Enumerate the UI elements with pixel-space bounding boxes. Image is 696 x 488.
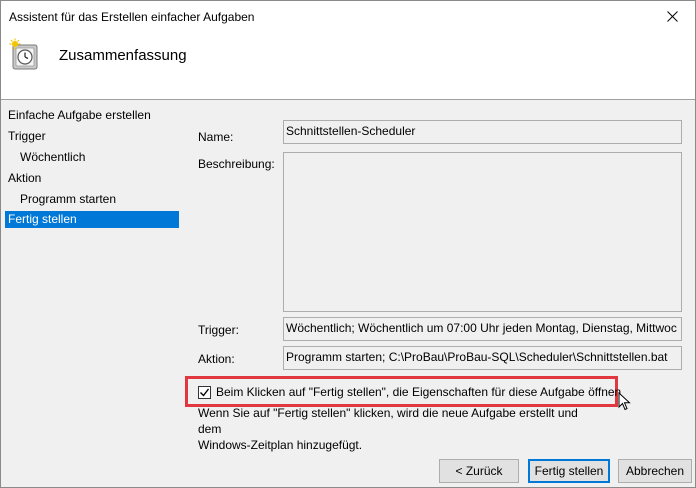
step-label: Einfache Aufgabe erstellen: [8, 108, 151, 122]
step-label: Trigger: [8, 129, 46, 143]
page-title: Zusammenfassung: [59, 47, 187, 64]
step-fertig-stellen[interactable]: Fertig stellen: [5, 211, 179, 228]
trigger-value: Wöchentlich; Wöchentlich um 07:00 Uhr je…: [286, 321, 677, 335]
step-label: Fertig stellen: [8, 212, 77, 226]
title-bar: Assistent für das Erstellen einfacher Au…: [1, 1, 695, 32]
cancel-button[interactable]: Abbrechen: [618, 459, 692, 483]
trigger-field[interactable]: Wöchentlich; Wöchentlich um 07:00 Uhr je…: [283, 317, 682, 341]
step-label: Wöchentlich: [20, 150, 86, 164]
step-woechentlich[interactable]: Wöchentlich: [20, 149, 85, 166]
step-programm-starten[interactable]: Programm starten: [20, 191, 116, 208]
name-field[interactable]: Schnittstellen-Scheduler: [283, 120, 682, 144]
wizard-header: Zusammenfassung: [1, 32, 695, 100]
open-properties-highlight: Beim Klicken auf "Fertig stellen", die E…: [185, 376, 621, 407]
name-value: Schnittstellen-Scheduler: [286, 124, 416, 138]
finish-note-line-1: Wenn Sie auf "Fertig stellen" klicken, w…: [198, 406, 578, 436]
action-label: Aktion:: [198, 352, 235, 366]
description-field[interactable]: [283, 152, 682, 312]
finish-note: Wenn Sie auf "Fertig stellen" klicken, w…: [198, 405, 598, 453]
step-trigger[interactable]: Trigger: [8, 128, 46, 145]
task-scheduler-clock-icon: [9, 38, 38, 70]
step-label: Programm starten: [20, 192, 117, 206]
wizard-steps: Einfache Aufgabe erstellen Trigger Wöche…: [1, 101, 186, 487]
finish-note-line-2: Windows-Zeitplan hinzugefügt.: [198, 438, 363, 452]
step-einfache-aufgabe-erstellen[interactable]: Einfache Aufgabe erstellen: [8, 107, 151, 124]
action-value: Programm starten; C:\ProBau\ProBau-SQL\S…: [286, 350, 668, 364]
checkmark-icon: [200, 388, 210, 397]
back-button[interactable]: < Zurück: [439, 459, 519, 483]
finish-button[interactable]: Fertig stellen: [528, 459, 610, 483]
close-button[interactable]: [649, 1, 695, 32]
description-label: Beschreibung:: [198, 157, 275, 171]
trigger-label: Trigger:: [198, 323, 239, 337]
action-field[interactable]: Programm starten; C:\ProBau\ProBau-SQL\S…: [283, 346, 682, 370]
wizard-window: Assistent für das Erstellen einfacher Au…: [0, 0, 696, 488]
close-icon: [666, 11, 678, 22]
open-properties-label[interactable]: Beim Klicken auf "Fertig stellen", die E…: [216, 385, 621, 399]
name-label: Name:: [198, 130, 234, 144]
window-title: Assistent für das Erstellen einfacher Au…: [9, 10, 255, 24]
step-label: Aktion: [8, 171, 42, 185]
step-aktion[interactable]: Aktion: [8, 170, 41, 187]
open-properties-checkbox[interactable]: [198, 386, 211, 399]
